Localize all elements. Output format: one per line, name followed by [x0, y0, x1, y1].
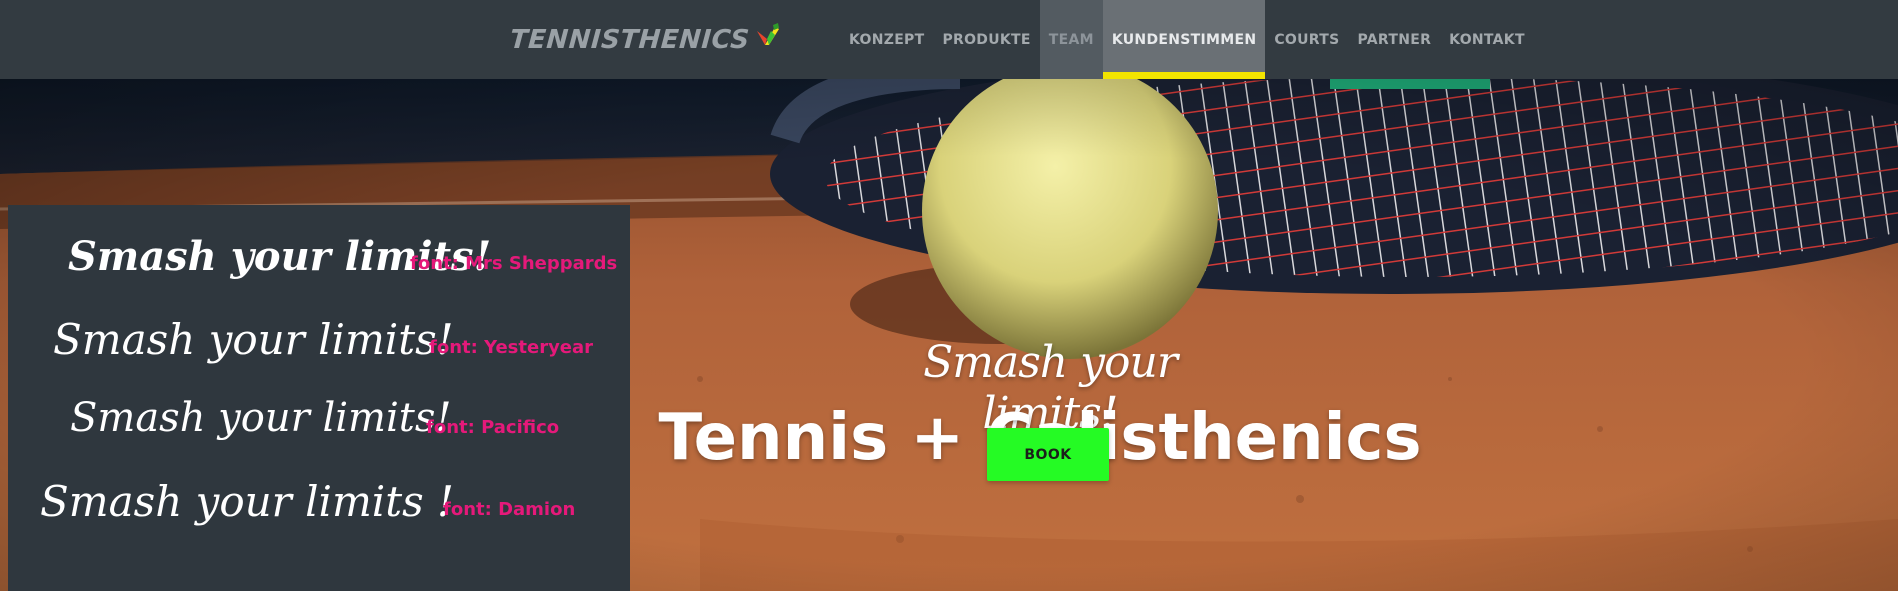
font-sample-label: font: Damion [443, 499, 576, 520]
nav-item-konzept[interactable]: KONZEPT [840, 0, 933, 79]
nav-item-produkte[interactable]: PRODUKTE [933, 0, 1039, 79]
font-sample-row: Smash your limits ! font: Damion [8, 477, 630, 557]
brand-name: TENNISTHENICS [508, 25, 751, 55]
nav-item-kundenstimmen[interactable]: KUNDENSTIMMEN [1102, 0, 1266, 79]
font-sample-row: Smash your limits! font: Pacifico [8, 395, 630, 475]
font-sample-label: font: Yesteryear [429, 337, 594, 358]
nav-item-team[interactable]: TEAM [1039, 0, 1103, 79]
font-sample-row: Smash your limits! font: Yesteryear [8, 315, 630, 395]
font-sample-text: Smash your limits! [53, 315, 454, 364]
font-sample-label: font: Pacifico [426, 417, 560, 438]
nav-item-partner[interactable]: PARTNER [1348, 0, 1440, 79]
font-sample-text: Smash your limits ! [40, 477, 454, 526]
nav-item-kontakt[interactable]: KONTAKT [1440, 0, 1534, 79]
color-swoosh-icon [757, 23, 780, 45]
font-samples-panel: Smash your limits! font: Mrs Sheppards S… [8, 205, 630, 591]
font-sample-row: Smash your limits! font: Mrs Sheppards [8, 233, 630, 313]
site-header: TENNISTHENICS KONZEPT PRODUKTE TEAM KUND… [0, 0, 1898, 79]
brand-logo[interactable]: TENNISTHENICS [508, 22, 781, 58]
main-nav: KONZEPT PRODUKTE TEAM KUNDENSTIMMEN COUR… [840, 0, 1534, 79]
font-sample-text: Smash your limits! [70, 395, 452, 441]
font-sample-label: font: Mrs Sheppards [410, 253, 618, 274]
book-button[interactable]: BOOK [987, 428, 1109, 481]
nav-item-courts[interactable]: COURTS [1265, 0, 1348, 79]
